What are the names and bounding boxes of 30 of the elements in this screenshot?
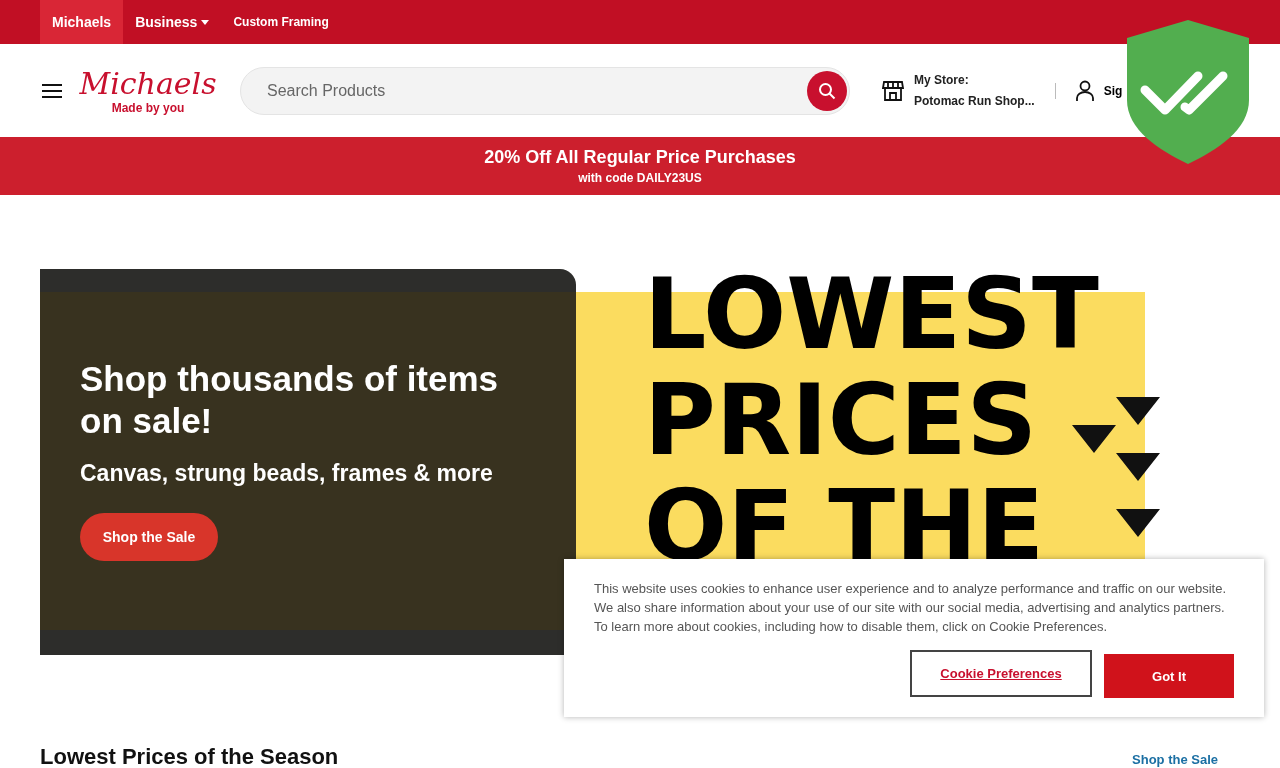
store-icon (882, 79, 904, 102)
search-button[interactable] (807, 70, 847, 111)
search-field[interactable]: Search Products (265, 80, 807, 101)
search-bar[interactable]: Search Products (240, 66, 850, 115)
store-label: My Store: (914, 71, 970, 89)
shop-sale-link[interactable]: Shop the Sale (1132, 752, 1218, 767)
banner-headline: OF THE (644, 473, 1045, 579)
store-name[interactable]: Potomac Run Shop... (914, 90, 1035, 112)
banner-headline: PRICES (644, 367, 1038, 473)
accept-button[interactable]: Got It (1104, 654, 1234, 698)
top-nav-tab[interactable]: Business (123, 0, 222, 44)
section-title: Lowest Prices of the Season (40, 744, 339, 768)
shield-check-icon[interactable] (1127, 20, 1249, 164)
top-nav-tab[interactable]: Michaels (40, 0, 124, 44)
logo[interactable]: Michaels (79, 66, 217, 101)
shop-sale-button[interactable]: Shop the Sale (80, 513, 218, 561)
menu-icon[interactable] (42, 83, 62, 98)
banner-headline: LOWEST (644, 261, 1099, 367)
cookie-message: This website uses cookies to enhance user experience and to analyze performance and traffic on our website. We also share information about your use of our site with our social media, advertising and analytics partners. To learn more about cookies, including how to disable them, click on Cookie Preferences. (594, 580, 1228, 636)
promo-code: with code DAILY23US (578, 171, 702, 185)
hero-title: Shop thousands of items on sale! (80, 358, 500, 442)
top-nav-tab[interactable]: Custom Framing (221, 0, 341, 44)
hero-subtitle: Canvas, strung beads, frames & more (80, 460, 494, 487)
cookie-preferences-button[interactable]: Cookie Preferences (910, 650, 1092, 697)
sign-in-link[interactable]: Sig (1103, 83, 1123, 98)
person-icon (1075, 79, 1094, 102)
logo-tagline: Made by you (111, 100, 185, 115)
promo-banner[interactable]: 20% Off All Regular Price Purchases with code DAILY23US (0, 137, 1280, 195)
promo-title: 20% Off All Regular Price Purchases (484, 147, 796, 168)
search-icon (818, 81, 836, 100)
